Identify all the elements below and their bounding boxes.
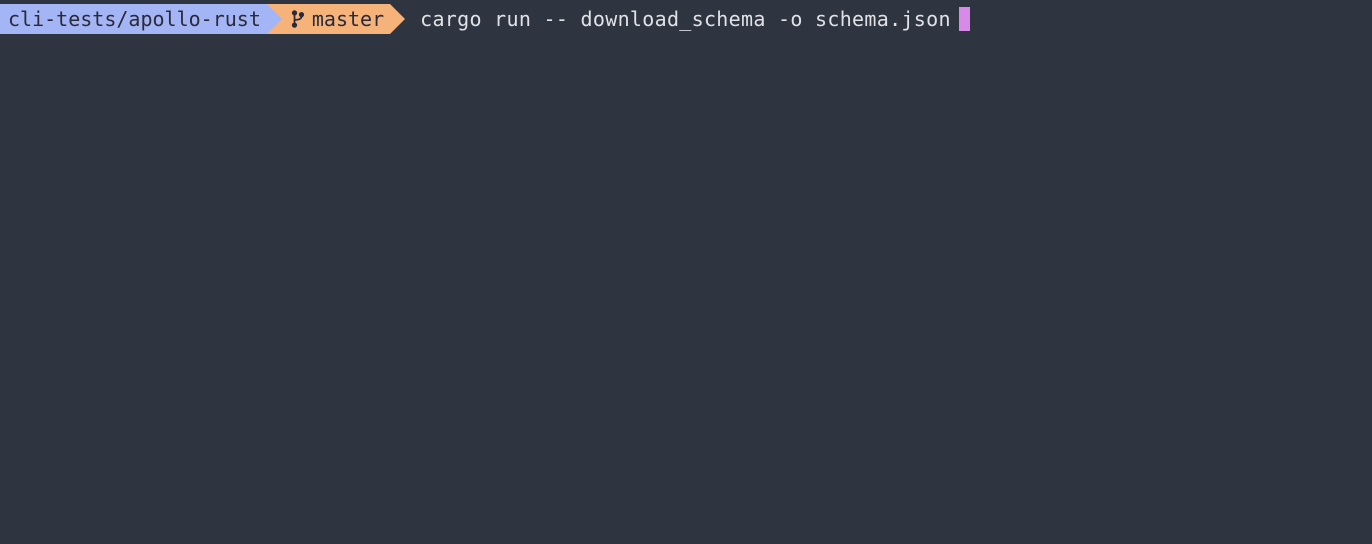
- prompt-line[interactable]: cli-tests/apollo-rust master cargo run -…: [0, 0, 1372, 34]
- path-segment: cli-tests/apollo-rust: [0, 4, 267, 34]
- command-input-area[interactable]: cargo run -- download_schema -o schema.j…: [390, 7, 970, 31]
- git-branch-icon: [291, 10, 305, 28]
- git-branch-name: master: [312, 7, 384, 31]
- branch-segment: master: [267, 4, 390, 34]
- current-path: cli-tests/apollo-rust: [8, 7, 261, 31]
- command-text: cargo run -- download_schema -o schema.j…: [420, 7, 951, 31]
- cursor-icon: [959, 7, 970, 31]
